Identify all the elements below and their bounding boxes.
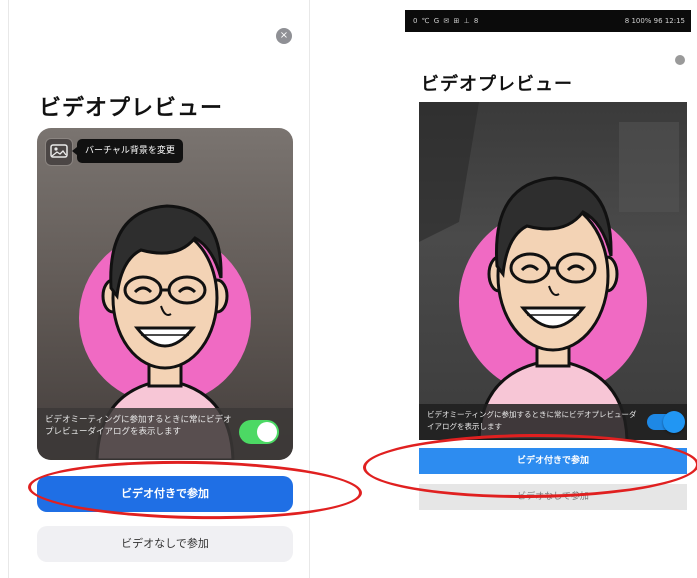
status-bar: 0 ℃ G ✉ ⊞ ⊥ 8 8 100% 96 12:15	[405, 10, 691, 32]
image-icon	[50, 144, 68, 158]
close-icon[interactable]: ×	[276, 28, 292, 44]
status-icons-left: 0 ℃ G ✉ ⊞ ⊥ 8	[413, 17, 480, 25]
close-icon[interactable]	[675, 55, 685, 65]
toggle-label: ビデオミーティングに参加するときに常にビデオプレビューダイアログを表示します	[427, 410, 637, 431]
status-icons-right: 8 100% 96 12:15	[624, 17, 685, 25]
virtual-background-tooltip: バーチャル背景を変更	[72, 139, 183, 163]
always-show-preview-toggle[interactable]	[239, 420, 279, 444]
page-title: ビデオプレビュー	[421, 74, 573, 95]
toggle-label: ビデオミーティングに参加するときに常にビデオプレビューダイアログを表示します	[45, 415, 232, 437]
video-preview: ビデオミーティングに参加するときに常にビデオプレビューダイアログを表示します	[419, 102, 687, 440]
always-show-preview-row: ビデオミーティングに参加するときに常にビデオプレビューダイアログを表示します	[37, 408, 293, 460]
page-title: ビデオプレビュー	[39, 96, 224, 121]
always-show-preview-toggle[interactable]	[647, 411, 685, 433]
join-without-video-button[interactable]: ビデオなしで参加	[37, 526, 293, 562]
virtual-background-button[interactable]	[45, 138, 73, 166]
video-preview: バーチャル背景を変更 ビデオミーティングに参加するときに常にビデオプレビューダイ…	[37, 128, 293, 460]
avatar	[419, 102, 687, 440]
